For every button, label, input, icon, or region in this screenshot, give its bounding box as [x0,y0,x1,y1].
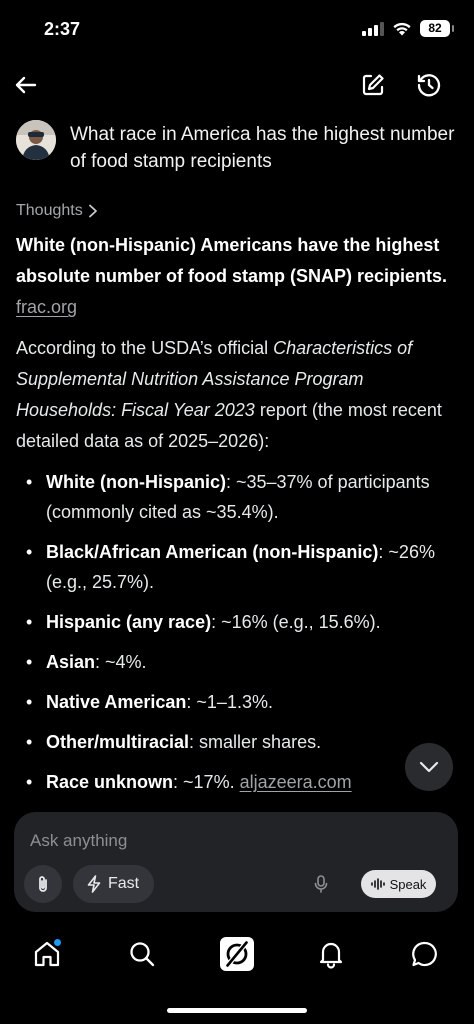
list-item: Race unknown: ~17%. aljazeera.com [16,767,456,797]
avatar [16,120,56,160]
user-query: What race in America has the highest num… [16,120,458,175]
list-item: Native American: ~1–1.3%. [16,687,456,717]
compose-icon [362,74,384,96]
chevron-down-icon [419,761,439,773]
list-item-label: Other/multiracial [46,732,190,752]
scroll-down-button[interactable] [405,743,453,791]
intro-text: According to the USDA’s official [16,338,274,358]
list-item: Asian: ~4%. [16,647,456,677]
composer: Ask anything Fast Speak [14,812,458,912]
query-text: What race in America has the highest num… [70,124,455,172]
messages-icon [412,941,437,967]
list-item-text: : ~16% (e.g., 15.6%). [211,612,381,632]
paperclip-icon [39,876,47,892]
voice-wave-icon [370,878,385,890]
list-item: Other/multiracial: smaller shares. [16,727,456,757]
list-item-text: : ~1–1.3%. [186,692,273,712]
summary-paragraph: White (non-Hispanic) Americans have the … [16,230,456,323]
wifi-icon [393,22,411,36]
speak-button[interactable]: Speak [361,870,436,898]
statistics-list: White (non-Hispanic): ~35–37% of partici… [16,467,456,797]
notifications-icon [319,942,343,969]
status-bar: 2:37 82 [0,0,474,60]
status-icons: 82 [362,20,454,37]
response: Thoughts White (non-Hispanic) Americans … [16,202,456,807]
tab-search[interactable] [120,932,164,976]
model-mode-label: Fast [108,875,140,892]
list-item-label: Asian [46,652,96,672]
model-mode-button[interactable]: Fast [73,865,155,903]
tab-grok[interactable] [215,932,259,976]
speak-label: Speak [389,876,427,892]
tab-notifications[interactable] [309,932,353,976]
thoughts-toggle[interactable]: Thoughts [16,202,456,220]
list-item-text: : ~17%. [173,772,240,792]
arrow-left-icon [15,76,37,94]
list-item-label: Native American [46,692,187,712]
history-icon [417,74,441,97]
lightning-icon [87,875,101,893]
chevron-right-icon [88,204,97,218]
ask-input[interactable]: Ask anything [30,831,127,851]
home-indicator [167,1008,307,1013]
list-item: Hispanic (any race): ~16% (e.g., 15.6%). [16,607,456,637]
attach-button[interactable] [24,865,62,903]
notification-dot [54,939,61,946]
list-item-label: White (non-Hispanic) [46,472,226,492]
list-item-label: Race unknown [46,772,174,792]
microphone-icon [314,875,328,893]
status-time: 2:37 [44,19,81,39]
dictate-button[interactable] [306,869,336,899]
source-link-frac[interactable]: frac.org [16,297,77,317]
list-item: White (non-Hispanic): ~35–37% of partici… [16,467,456,527]
list-item-label: Black/African American (non-Hispanic) [46,542,379,562]
top-bar [0,64,474,108]
grok-icon [220,937,254,971]
new-chat-button[interactable] [356,68,390,102]
thoughts-label: Thoughts [16,202,83,219]
battery-indicator: 82 [420,20,454,37]
list-item-text: : smaller shares. [189,732,322,752]
history-button[interactable] [412,68,446,102]
tab-home[interactable] [25,932,69,976]
tab-messages[interactable] [403,932,447,976]
list-item: Black/African American (non-Hispanic): ~… [16,537,456,597]
bottom-nav [0,926,474,982]
summary-text: White (non-Hispanic) Americans have the … [16,235,448,286]
intro-paragraph: According to the USDA’s official Charact… [16,333,456,457]
cellular-signal-icon [362,21,384,36]
search-icon [130,942,155,967]
back-button[interactable] [10,68,44,102]
list-item-text: : ~4%. [95,652,147,672]
list-item-label: Hispanic (any race) [46,612,212,632]
source-link-aljazeera[interactable]: aljazeera.com [240,772,352,792]
